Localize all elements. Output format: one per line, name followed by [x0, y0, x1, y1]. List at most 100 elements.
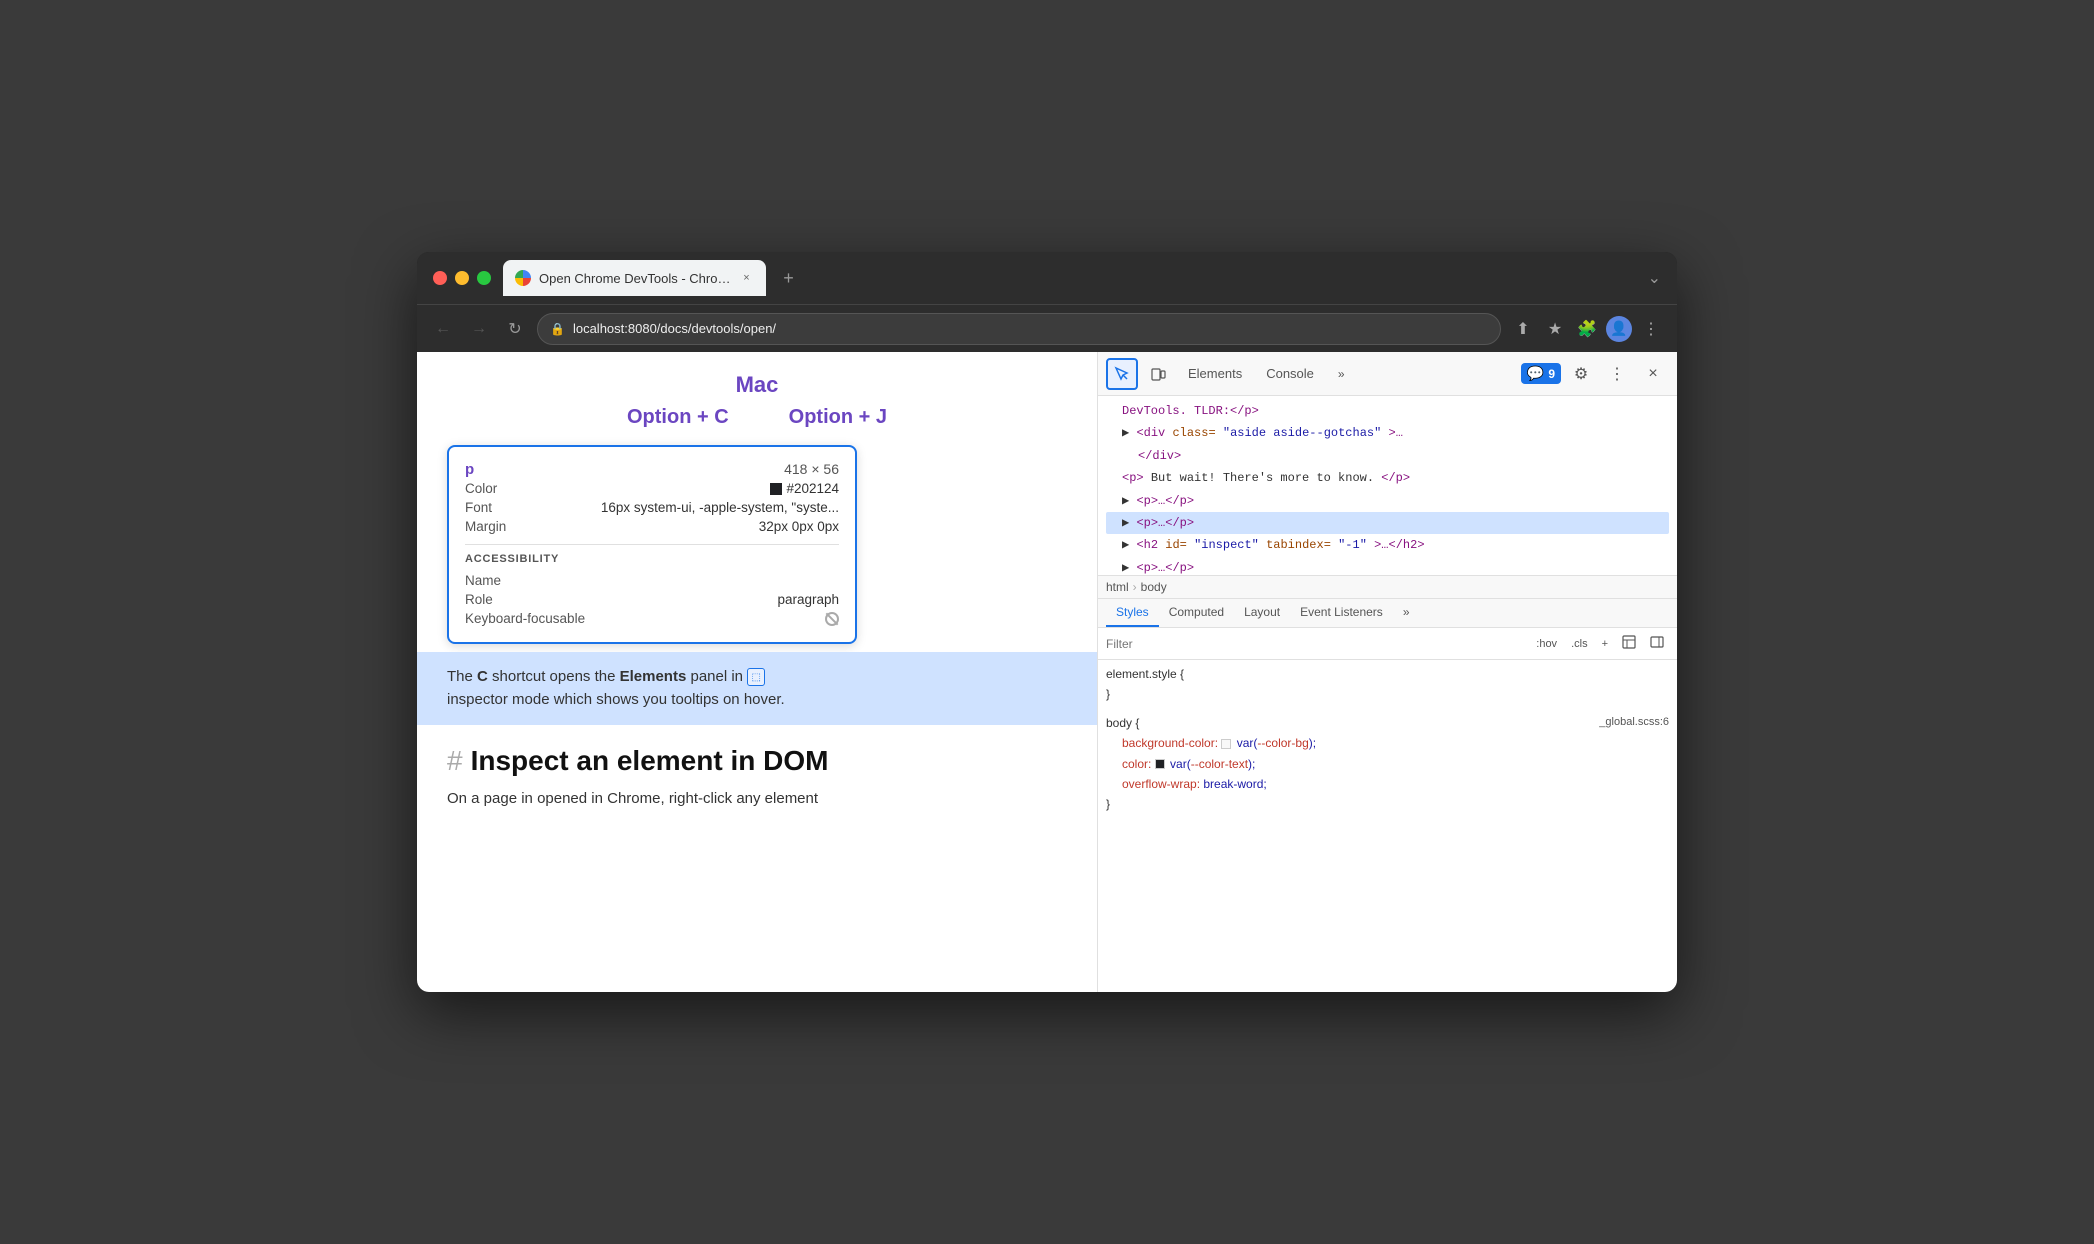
address-bar: ← → ↻ 🔒 localhost:8080/docs/devtools/ope…: [417, 304, 1677, 352]
forward-button[interactable]: →: [465, 315, 493, 343]
shortcut-row: Option + C Option + J: [447, 406, 1067, 429]
url-text: localhost:8080/docs/devtools/open/: [573, 321, 776, 336]
breadcrumb-html[interactable]: html: [1106, 580, 1129, 594]
computed-tab[interactable]: Computed: [1159, 599, 1234, 627]
hov-filter-button[interactable]: :hov: [1531, 635, 1562, 653]
body-rule-close: }: [1106, 794, 1669, 814]
address-input[interactable]: 🔒 localhost:8080/docs/devtools/open/: [537, 313, 1501, 345]
element-style-close: }: [1106, 684, 1669, 704]
tooltip-name-row: Name: [465, 571, 839, 590]
breadcrumb-body[interactable]: body: [1141, 580, 1167, 594]
styles-filter-bar: :hov .cls +: [1098, 628, 1677, 660]
new-tab-button[interactable]: +: [774, 264, 802, 292]
role-value: paragraph: [777, 592, 839, 607]
traffic-lights: [433, 271, 491, 285]
body-style-rule: body { _global.scss:6 background-color: …: [1106, 713, 1669, 815]
active-tab[interactable]: Open Chrome DevTools - Chro… ×: [503, 260, 766, 296]
dom-line[interactable]: ▶ <h2 id= "inspect" tabindex= "-1" >…</h…: [1106, 534, 1669, 556]
no-circle-icon: [825, 612, 839, 626]
body-text: On a page in opened in Chrome, right-cli…: [447, 787, 1067, 811]
tooltip-keyboard-row: Keyboard-focusable: [465, 609, 839, 628]
more-styles-tabs[interactable]: »: [1393, 599, 1420, 627]
tooltip-tag: p: [465, 461, 474, 478]
device-mode-button[interactable]: [1142, 358, 1174, 390]
shortcut-section: Mac Option + C Option + J: [447, 372, 1067, 429]
styles-tab[interactable]: Styles: [1106, 599, 1159, 627]
section-heading: # Inspect an element in DOM: [447, 745, 1067, 777]
dom-breadcrumb: html › body: [1098, 576, 1677, 599]
inspect-element-button[interactable]: [1106, 358, 1138, 390]
name-label: Name: [465, 573, 501, 588]
tab-menu-button[interactable]: ⌄: [1648, 268, 1661, 288]
tab-bar: Open Chrome DevTools - Chro… × + ⌄: [503, 260, 1661, 296]
color-swatch-prop: [1155, 759, 1165, 769]
element-style-selector: element.style {: [1106, 664, 1669, 684]
tab-title: Open Chrome DevTools - Chro…: [539, 271, 730, 286]
tooltip-font-row: Font 16px system-ui, -apple-system, "sys…: [465, 498, 839, 517]
elements-tab[interactable]: Elements: [1178, 358, 1252, 390]
shortcut-mac-label: Mac: [447, 372, 1067, 398]
shortcut-j: Option + J: [789, 406, 887, 429]
color-value: #202124: [770, 481, 839, 496]
dom-line[interactable]: ▶ <div class= "aside aside--gotchas" >…: [1106, 422, 1669, 444]
tooltip-role-row: Role paragraph: [465, 590, 839, 609]
devtools-panel: Elements Console » 💬 9 ⚙ ⋮ × DevTools. T…: [1097, 352, 1677, 992]
close-button[interactable]: [433, 271, 447, 285]
avatar: 👤: [1606, 316, 1632, 342]
minimize-button[interactable]: [455, 271, 469, 285]
tab-close-button[interactable]: ×: [738, 270, 754, 286]
margin-label: Margin: [465, 519, 506, 534]
refresh-button[interactable]: ↻: [501, 315, 529, 343]
more-tabs-button[interactable]: »: [1328, 358, 1355, 390]
dom-line[interactable]: </div>: [1106, 445, 1669, 467]
tooltip-size: 418 × 56: [784, 461, 839, 477]
notification-badge[interactable]: 💬 9: [1521, 363, 1561, 384]
menu-icon[interactable]: ⋮: [1637, 315, 1665, 343]
dom-line[interactable]: DevTools. TLDR:</p>: [1106, 400, 1669, 422]
color-swatch: [770, 483, 782, 495]
dom-line-selected[interactable]: ▶ <p>…</p>: [1106, 512, 1669, 534]
shortcut-c: Option + C: [627, 406, 729, 429]
bookmark-icon[interactable]: ★: [1541, 315, 1569, 343]
share-icon[interactable]: ⬆: [1509, 315, 1537, 343]
dom-line[interactable]: ▶ <p>…</p>: [1106, 490, 1669, 512]
computed-style-icon[interactable]: [1617, 632, 1641, 655]
sidebar-icon[interactable]: [1645, 632, 1669, 655]
highlight-text: The C shortcut opens the Elements panel …: [447, 666, 1067, 711]
styles-tabs: Styles Computed Layout Event Listeners »: [1098, 599, 1677, 628]
page-content: Mac Option + C Option + J p 418 × 56: [417, 352, 1097, 992]
bg-color-swatch: [1221, 739, 1231, 749]
back-button[interactable]: ←: [429, 315, 457, 343]
layout-tab[interactable]: Layout: [1234, 599, 1290, 627]
dom-line[interactable]: ▶ <p>…</p>: [1106, 557, 1669, 576]
styles-content: element.style { } body { _global.scss:6 …: [1098, 660, 1677, 827]
filter-buttons: :hov .cls +: [1531, 632, 1669, 655]
tooltip-divider: [465, 544, 839, 545]
close-devtools-button[interactable]: ×: [1637, 358, 1669, 390]
selected-highlight: The C shortcut opens the Elements panel …: [417, 652, 1097, 725]
more-options-button[interactable]: ⋮: [1601, 358, 1633, 390]
breadcrumb-separator: ›: [1133, 580, 1137, 594]
dom-line[interactable]: <p> But wait! There's more to know. </p>: [1106, 467, 1669, 489]
tab-favicon: [515, 270, 531, 286]
section-title: Inspect an element in DOM: [471, 745, 829, 777]
add-style-button[interactable]: +: [1597, 635, 1613, 653]
browser-window: Open Chrome DevTools - Chro… × + ⌄ ← → ↻…: [417, 252, 1677, 992]
notification-count: 9: [1548, 367, 1555, 381]
extension-icon[interactable]: 🧩: [1573, 315, 1601, 343]
maximize-button[interactable]: [477, 271, 491, 285]
body-rule-header: body { _global.scss:6: [1106, 713, 1669, 733]
element-tooltip: p 418 × 56 Color #202124 Font 16px syste…: [447, 445, 857, 644]
cls-filter-button[interactable]: .cls: [1566, 635, 1593, 653]
settings-button[interactable]: ⚙: [1565, 358, 1597, 390]
console-tab[interactable]: Console: [1256, 358, 1324, 390]
profile-icon[interactable]: 👤: [1605, 315, 1633, 343]
devtools-toolbar: Elements Console » 💬 9 ⚙ ⋮ ×: [1098, 352, 1677, 396]
tooltip-header: p 418 × 56: [465, 461, 839, 479]
event-listeners-tab[interactable]: Event Listeners: [1290, 599, 1393, 627]
lock-icon: 🔒: [550, 322, 565, 336]
accessibility-title: ACCESSIBILITY: [465, 553, 839, 565]
tooltip-margin-row: Margin 32px 0px 0px: [465, 517, 839, 536]
font-value: 16px system-ui, -apple-system, "syste...: [601, 500, 839, 515]
filter-input[interactable]: [1106, 637, 1523, 651]
